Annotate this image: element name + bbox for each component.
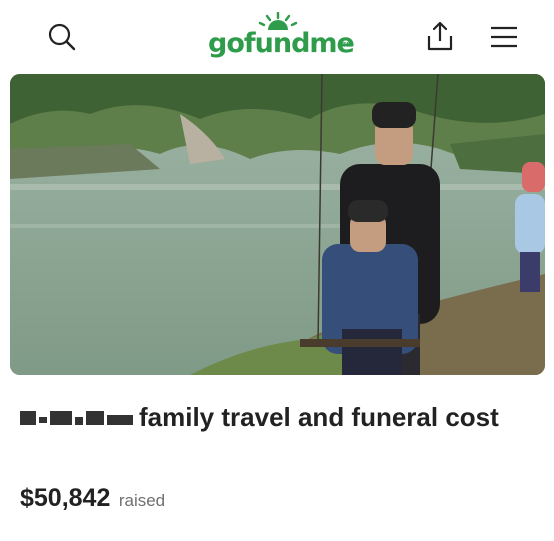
share-icon[interactable]	[425, 20, 455, 52]
campaign-title[interactable]: family travel and funeral cost	[20, 398, 540, 436]
logo-trademark: TM	[342, 42, 353, 49]
redacted-text	[107, 415, 133, 425]
top-header: gofundme TM	[0, 0, 554, 74]
menu-icon[interactable]	[489, 25, 519, 49]
gofundme-logo[interactable]: gofundme TM	[208, 12, 355, 62]
logo-text: gofundme	[208, 28, 355, 59]
redacted-text	[20, 411, 36, 425]
search-icon[interactable]	[47, 22, 77, 52]
redacted-text	[75, 417, 83, 425]
campaign-hero-image[interactable]	[10, 74, 545, 375]
campaign-title-text: family travel and funeral cost	[139, 402, 499, 432]
raised-amount: $50,842	[20, 484, 111, 512]
amount-raised: $50,842 raised	[20, 484, 165, 518]
redacted-text	[86, 411, 104, 425]
redacted-text	[50, 411, 72, 425]
redacted-text	[39, 417, 47, 423]
raised-label: raised	[118, 491, 166, 510]
campaign-photo	[10, 74, 545, 375]
